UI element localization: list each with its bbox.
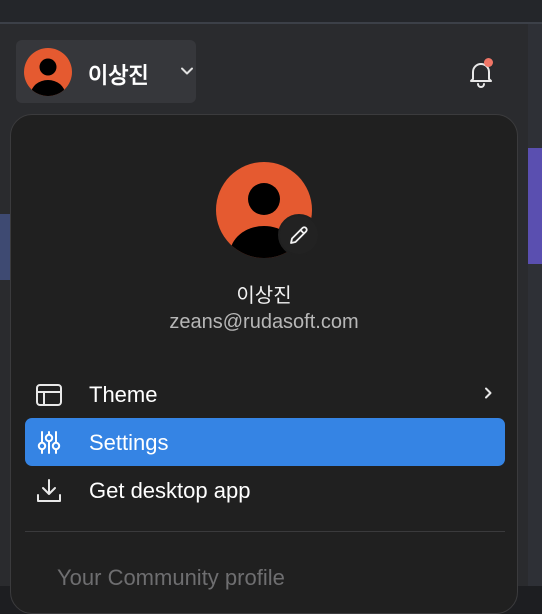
content-edge bbox=[528, 24, 542, 586]
download-icon bbox=[37, 479, 61, 502]
notification-badge bbox=[484, 58, 493, 67]
notifications-button[interactable] bbox=[466, 58, 496, 88]
menu-item-settings[interactable]: Settings bbox=[25, 418, 505, 466]
person-icon bbox=[31, 58, 65, 96]
menu-item-label: Get desktop app bbox=[89, 478, 251, 503]
menu-divider bbox=[25, 531, 505, 532]
avatar bbox=[24, 48, 72, 96]
user-menu-button[interactable]: 이상진 bbox=[16, 40, 196, 103]
profile-name: 이상진 bbox=[236, 285, 292, 307]
user-dropdown-menu: 이상진 zeans@rudasoft.com Theme Settings Ge… bbox=[10, 114, 518, 614]
menu-item-get-desktop-app[interactable]: Get desktop app bbox=[25, 466, 505, 514]
profile-email: zeans@rudasoft.com bbox=[169, 311, 359, 333]
top-bar bbox=[0, 0, 542, 24]
user-name: 이상진 bbox=[88, 63, 149, 88]
menu-item-label: Settings bbox=[89, 430, 169, 455]
chevron-right-icon bbox=[485, 387, 492, 399]
menu-item-label: Theme bbox=[89, 382, 158, 407]
sliders-icon bbox=[37, 431, 61, 454]
section-label-community-profile: Your Community profile bbox=[57, 565, 285, 590]
layout-icon bbox=[36, 384, 62, 406]
content-accent bbox=[528, 148, 542, 264]
left-accent bbox=[0, 214, 10, 280]
menu-item-theme[interactable]: Theme bbox=[25, 370, 505, 418]
edit-avatar-button[interactable] bbox=[278, 214, 320, 256]
pencil-icon bbox=[290, 226, 308, 244]
chevron-down-icon bbox=[181, 67, 193, 75]
